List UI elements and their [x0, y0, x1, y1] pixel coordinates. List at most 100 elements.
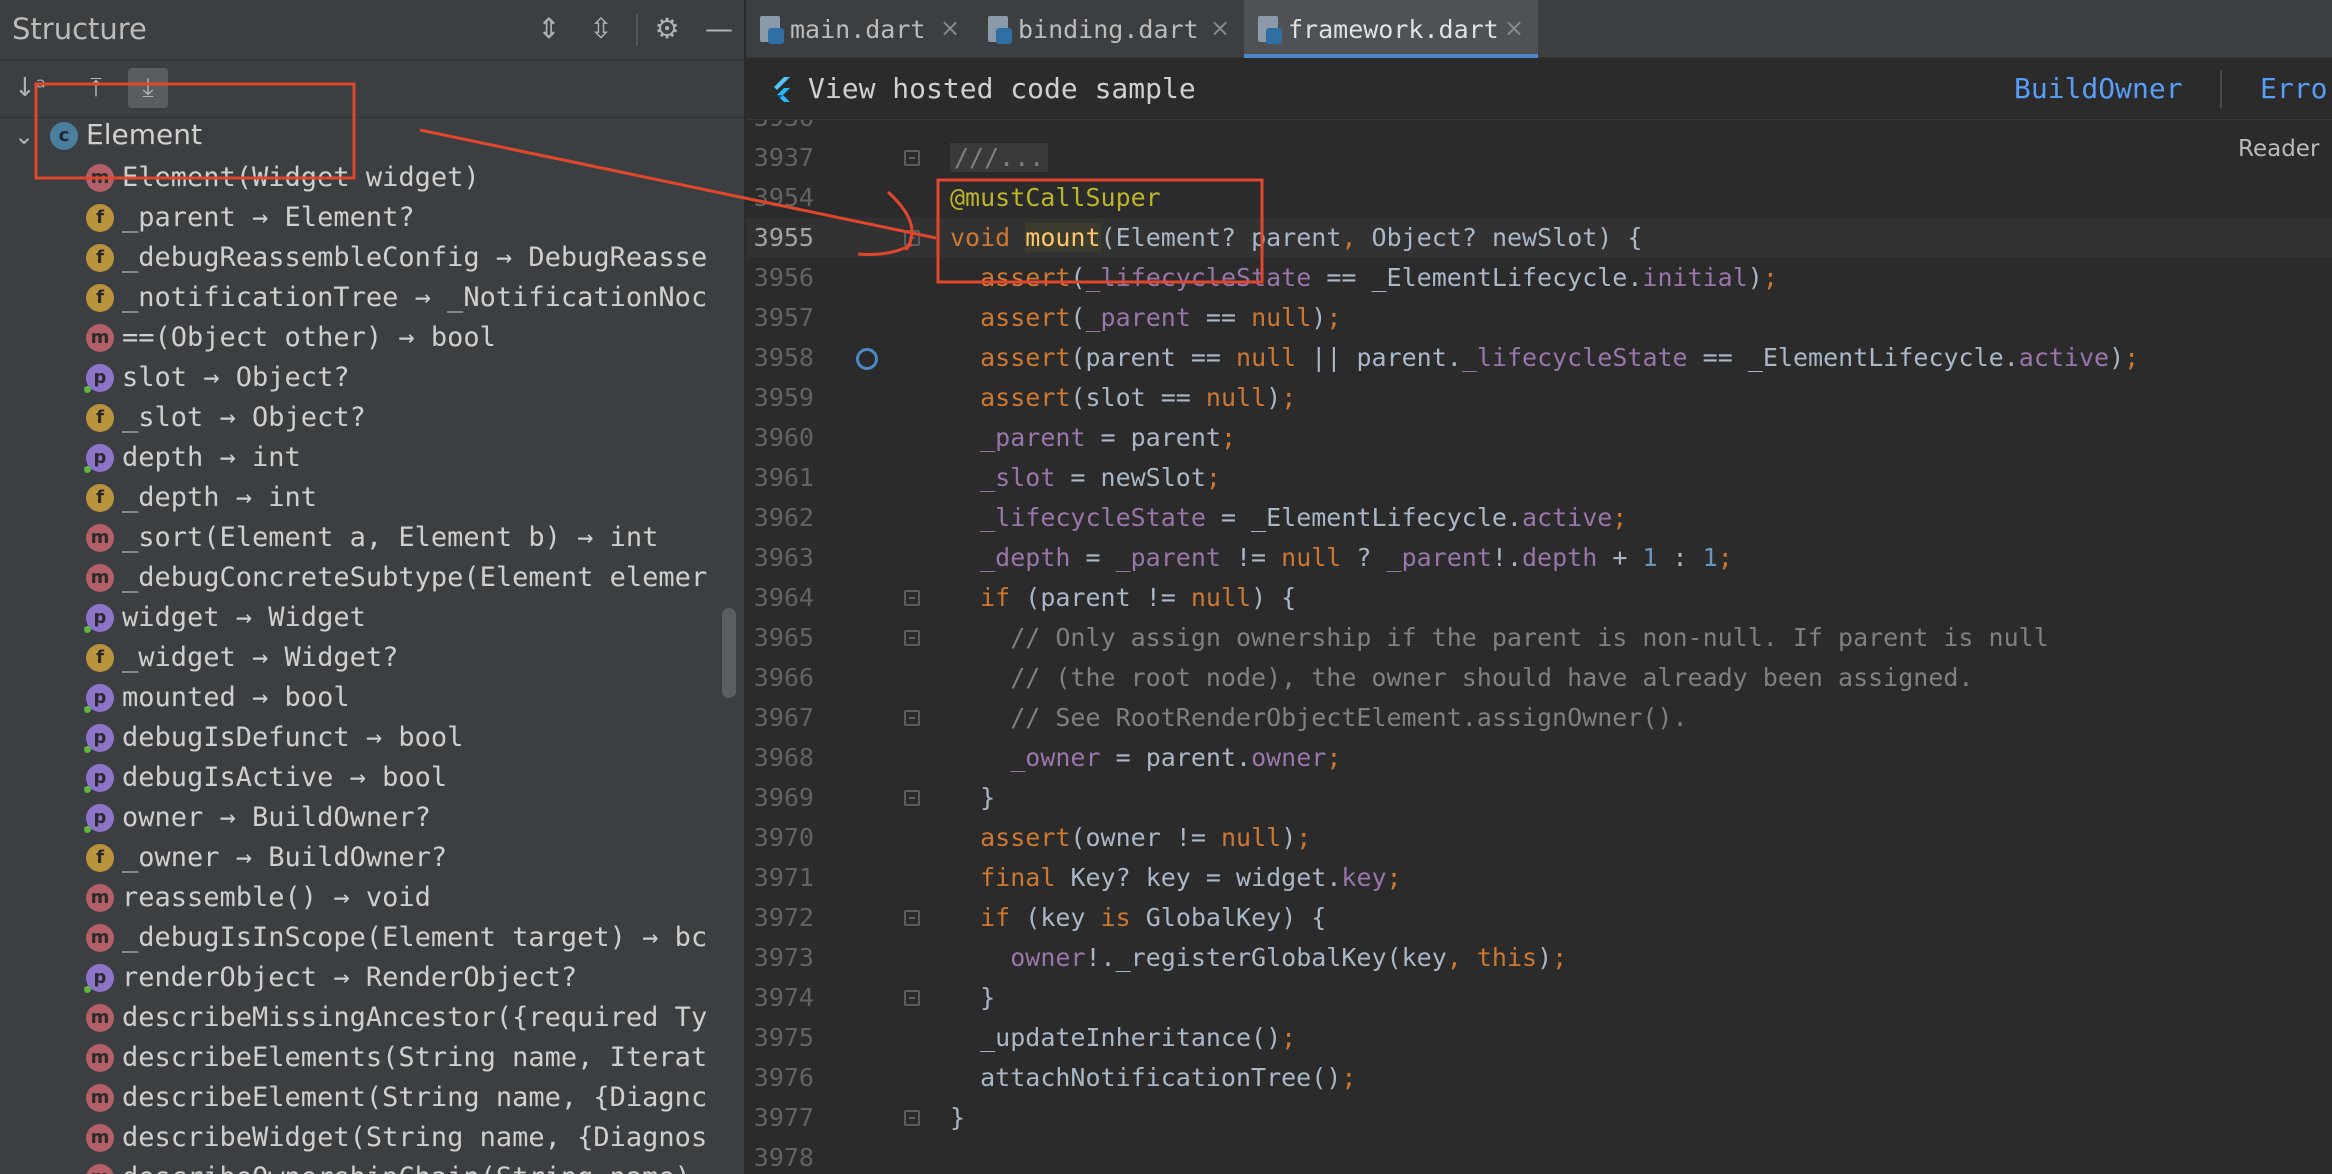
code-line[interactable]: 3970 assert(owner != null);: [746, 818, 2332, 858]
code-line[interactable]: 3958 assert(parent == null || parent._li…: [746, 338, 2332, 378]
code-line[interactable]: 3954 @mustCallSuper: [746, 178, 2332, 218]
fold-icon[interactable]: [904, 230, 920, 246]
tree-item[interactable]: m describeMissingAncestor({required Ty: [0, 998, 720, 1038]
tree-item-label: _owner → BuildOwner?: [122, 842, 448, 873]
close-icon[interactable]: ×: [940, 14, 960, 42]
tree-item[interactable]: f _widget → Widget?: [0, 638, 720, 678]
close-icon[interactable]: ×: [1504, 14, 1524, 42]
line-number: 3954: [753, 183, 814, 212]
tree-item[interactable]: f _parent → Element?: [0, 198, 720, 238]
tree-root-element[interactable]: ⌄ c Element: [0, 118, 720, 158]
fold-icon[interactable]: [904, 630, 920, 646]
tree-item[interactable]: m ==(Object other) → bool: [0, 318, 720, 358]
tree-item[interactable]: f _slot → Object?: [0, 398, 720, 438]
tree-item[interactable]: m _debugIsInScope(Element target) → bc: [0, 918, 720, 958]
sort-alpha-icon[interactable]: ↓ᵃ: [10, 68, 50, 108]
tab-framework-dart[interactable]: framework.dart ×: [1244, 0, 1538, 58]
code-line[interactable]: 3957 assert(_parent == null);: [746, 298, 2332, 338]
tree-item[interactable]: m describeElements(String name, Iterat: [0, 1038, 720, 1078]
breadcrumb-error[interactable]: Error: [2260, 72, 2332, 105]
code-line[interactable]: 3936: [746, 120, 2332, 138]
tree-item[interactable]: p renderObject → RenderObject?: [0, 958, 720, 998]
code-line[interactable]: 3965 // Only assign ownership if the par…: [746, 618, 2332, 658]
public-dot-icon: [84, 746, 91, 753]
fold-icon[interactable]: [904, 990, 920, 1006]
fold-icon[interactable]: [904, 790, 920, 806]
tab-binding-dart[interactable]: binding.dart ×: [974, 0, 1244, 58]
anchor-up-icon[interactable]: ⤒: [76, 68, 116, 108]
code-line[interactable]: 3963 _depth = _parent != null ? _parent!…: [746, 538, 2332, 578]
tree-item[interactable]: m describeElement(String name, {Diagnc: [0, 1078, 720, 1118]
code-line[interactable]: 3974 }: [746, 978, 2332, 1018]
anchor-down-icon[interactable]: ⤓: [128, 68, 168, 108]
tree-item-label: _widget → Widget?: [122, 642, 399, 673]
code-line[interactable]: 3967 // See RootRenderObjectElement.assi…: [746, 698, 2332, 738]
override-gutter-icon[interactable]: [856, 348, 878, 370]
tree-item[interactable]: p depth → int: [0, 438, 720, 478]
line-number: 3960: [753, 423, 814, 452]
fold-icon[interactable]: [904, 1110, 920, 1126]
tree-scrollbar[interactable]: [722, 608, 736, 698]
code-line[interactable]: 3977}: [746, 1098, 2332, 1138]
tree-item[interactable]: p debugIsActive → bool: [0, 758, 720, 798]
fold-icon[interactable]: [904, 910, 920, 926]
gear-icon[interactable]: ⚙: [650, 12, 684, 46]
code-line[interactable]: 3966 // (the root node), the owner shoul…: [746, 658, 2332, 698]
view-code-sample-link[interactable]: View hosted code sample: [808, 72, 1196, 105]
code-line[interactable]: 3962 _lifecycleState = _ElementLifecycle…: [746, 498, 2332, 538]
line-number: 3975: [753, 1023, 814, 1052]
public-dot-icon: [84, 386, 91, 393]
tree-item[interactable]: m Element(Widget widget): [0, 158, 720, 198]
method-icon: m: [86, 1084, 114, 1112]
code-text: // (the root node), the owner should hav…: [950, 663, 1974, 692]
tree-item[interactable]: m describeOwnershipChain(String name): [0, 1158, 720, 1174]
tree-item[interactable]: f _owner → BuildOwner?: [0, 838, 720, 878]
code-line[interactable]: 3969 }: [746, 778, 2332, 818]
chevron-down-icon[interactable]: ⌄: [14, 122, 34, 150]
code-line[interactable]: 3960 _parent = parent;: [746, 418, 2332, 458]
code-line[interactable]: 3972 if (key is GlobalKey) {: [746, 898, 2332, 938]
tree-item[interactable]: m _sort(Element a, Element b) → int: [0, 518, 720, 558]
tree-item[interactable]: m reassemble() → void: [0, 878, 720, 918]
tree-item[interactable]: p mounted → bool: [0, 678, 720, 718]
breadcrumb-buildowner[interactable]: BuildOwner: [2014, 72, 2183, 105]
fold-icon[interactable]: [904, 710, 920, 726]
code-line[interactable]: 3961 _slot = newSlot;: [746, 458, 2332, 498]
tree-item[interactable]: p debugIsDefunct → bool: [0, 718, 720, 758]
code-line[interactable]: 3937 ///...: [746, 138, 2332, 178]
code-line[interactable]: 3971 final Key? key = widget.key;: [746, 858, 2332, 898]
tree-item[interactable]: f _notificationTree → _NotificationNoc: [0, 278, 720, 318]
tree-item[interactable]: m describeWidget(String name, {Diagnos: [0, 1118, 720, 1158]
code-text: _slot = newSlot;: [980, 463, 1221, 492]
tree-item[interactable]: p slot → Object?: [0, 358, 720, 398]
code-text: _parent = parent;: [980, 423, 1236, 452]
code-line[interactable]: 3978: [746, 1138, 2332, 1174]
code-line[interactable]: 3975 _updateInheritance();: [746, 1018, 2332, 1058]
code-line[interactable]: 3956 assert(_lifecycleState == _ElementL…: [746, 258, 2332, 298]
tree-item[interactable]: p owner → BuildOwner?: [0, 798, 720, 838]
tree-item[interactable]: m _debugConcreteSubtype(Element elemer: [0, 558, 720, 598]
line-number: 3978: [753, 1143, 814, 1172]
code-text: assert(_parent == null);: [980, 303, 1342, 332]
code-line[interactable]: 3959 assert(slot == null);: [746, 378, 2332, 418]
collapse-all-icon[interactable]: ⇳: [584, 12, 618, 46]
fold-icon[interactable]: [904, 590, 920, 606]
expand-all-icon[interactable]: ⇕: [532, 12, 566, 46]
tree-item[interactable]: f _debugReassembleConfig → DebugReasse: [0, 238, 720, 278]
close-icon[interactable]: ×: [1210, 14, 1230, 42]
code-area[interactable]: 3936 3937 ///... 3954 @mustCallSuper 3955 void…: [746, 120, 2332, 1174]
tree-item[interactable]: f _depth → int: [0, 478, 720, 518]
reader-mode-toggle[interactable]: Reader: [2230, 136, 2320, 162]
tab-main-dart[interactable]: main.dart ×: [746, 0, 974, 58]
hide-icon[interactable]: —: [702, 12, 736, 46]
code-line[interactable]: 3976 attachNotificationTree();: [746, 1058, 2332, 1098]
method-icon: m: [86, 564, 114, 592]
tree-item-label: depth → int: [122, 442, 301, 473]
tree-item[interactable]: p widget → Widget: [0, 598, 720, 638]
code-line[interactable]: 3968 _owner = parent.owner;: [746, 738, 2332, 778]
code-line[interactable]: 3973 owner!._registerGlobalKey(key, this…: [746, 938, 2332, 978]
fold-icon[interactable]: [904, 150, 920, 166]
code-line[interactable]: 3955 void mount(Element? parent, Object? …: [746, 218, 2332, 258]
code-text: _depth = _parent != null ? _parent!.dept…: [980, 543, 1733, 572]
code-line[interactable]: 3964 if (parent != null) {: [746, 578, 2332, 618]
